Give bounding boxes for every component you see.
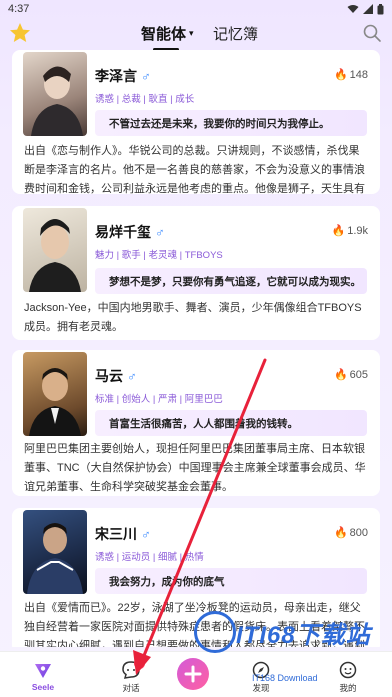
male-icon: ♂ [155,224,165,240]
nav-seele[interactable]: Seele [13,652,73,697]
name-row: 马云 ♂ [95,366,137,386]
agent-tags: 诱惑 | 运动员 | 细腻 | 热情 [95,552,204,563]
nav-discover[interactable]: 发现 [231,652,291,697]
agent-card[interactable]: 李泽言 ♂ 🔥 148 诱惑 | 总裁 | 耿直 | 成长 不管过去还是未来，我… [12,50,380,194]
nav-label: 对话 [122,683,140,693]
agent-card[interactable]: 易烊千玺 ♂ 🔥 1.9k 魅力 | 歌手 | 老灵魂 | TFBOYS 梦想不… [12,206,380,340]
popularity-count: 1.9k [347,224,368,237]
chevron-down-icon: ▾ [189,28,194,38]
male-icon: ♂ [127,368,137,384]
agent-description: 出自《爱情而已》。22岁，泳湖了坐冷板凳的运动员，母亲出走，继父独自经营着一家医… [24,602,365,647]
nav-label: Seele [31,682,55,692]
avatar [23,510,87,594]
agent-card[interactable]: 马云 ♂ 🔥 605 标准 | 创始人 | 严肃 | 阿里巴巴 首富生活很痛苦，… [12,350,380,496]
flame-icon: 🔥 [333,527,348,539]
discover-icon [252,661,270,679]
agent-feed[interactable]: 李泽言 ♂ 🔥 148 诱惑 | 总裁 | 耿直 | 成长 不管过去还是未来，我… [12,50,380,647]
status-time: 4:37 [8,3,30,15]
agent-name: 宋三川 [95,526,137,542]
popularity-count: 800 [349,526,368,539]
wifi-icon [347,5,359,13]
nav-label: 发现 [252,683,270,693]
agent-name: 易烊千玺 [95,224,151,240]
create-plus-icon [184,665,202,683]
portrait-image [29,368,81,436]
popularity: 🔥 1.9k [331,224,369,238]
flame-icon: 🔥 [333,69,348,81]
profile-icon [339,661,357,679]
tab-memory-book[interactable]: 记忆簿 [213,23,258,44]
agent-tags: 诱惑 | 总裁 | 耿直 | 成长 [95,94,195,105]
unread-badge: 1 [134,658,145,669]
agent-tags: 魅力 | 歌手 | 老灵魂 | TFBOYS [95,250,223,261]
agent-quote: 不管过去还是未来，我要你的时间只为我停止。 [95,110,367,136]
create-plus-button[interactable] [177,658,209,690]
popularity-count: 605 [349,368,368,381]
male-icon: ♂ [141,68,151,84]
nav-profile[interactable]: 我的 [318,652,378,697]
tab-agents[interactable]: 智能体 ▾ [141,23,194,44]
signal-icon [363,4,373,14]
agent-name: 马云 [95,368,123,384]
nav-chat[interactable]: 1 对话 [101,652,161,697]
name-row: 李泽言 ♂ [95,66,151,86]
status-icons [347,3,384,15]
portrait-image [31,66,83,136]
agent-card[interactable]: 宋三川 ♂ 🔥 800 诱惑 | 运动员 | 细腻 | 热情 我会努力，成为你的… [12,508,380,647]
avatar [23,352,87,436]
portrait-image [29,219,81,292]
agent-quote: 我会努力，成为你的底气 [95,568,367,594]
agent-quote: 首富生活很痛苦，人人都围着我的钱转。 [95,410,367,436]
nav-label: 我的 [339,683,357,693]
agent-name: 李泽言 [95,68,137,84]
agent-tags: 标准 | 创始人 | 严肃 | 阿里巴巴 [95,394,223,405]
star-icon[interactable] [8,21,32,45]
battery-icon [377,3,384,14]
popularity: 🔥 800 [333,526,368,540]
agent-description: 出自《恋与制作人》。华锐公司的总裁。只讲规则，不谈感情，杀伐果断是李泽言的名片。… [24,145,365,194]
seele-logo-icon [35,664,51,678]
top-bar: 智能体 ▾ 记忆簿 [0,18,392,51]
search-icon[interactable] [362,23,382,43]
agent-quote: 梦想不是梦，只要你有勇气追逐，它就可以成为现实。 [95,268,367,294]
avatar [23,208,87,292]
male-icon: ♂ [141,526,151,542]
name-row: 宋三川 ♂ [95,524,151,544]
status-bar: 4:37 [0,0,392,18]
name-row: 易烊千玺 ♂ [95,222,165,242]
flame-icon: 🔥 [333,369,348,381]
agent-description: 阿里巴巴集团主要创始人，现担任阿里巴巴集团董事局主席、日本软银董事、TNC（大自… [24,443,366,493]
agent-description: Jackson-Yee，中国内地男歌手、舞者、演员，少年偶像组合TFBOYS成员… [24,302,362,333]
popularity: 🔥 605 [333,368,368,382]
flame-icon: 🔥 [331,225,346,237]
portrait-image [27,523,83,594]
avatar [23,52,87,136]
popularity: 🔥 148 [333,68,368,82]
bottom-navigation: Seele 1 对话 发现 我的 [0,651,392,697]
tab-agents-label: 智能体 [141,26,187,43]
popularity-count: 148 [349,68,368,81]
